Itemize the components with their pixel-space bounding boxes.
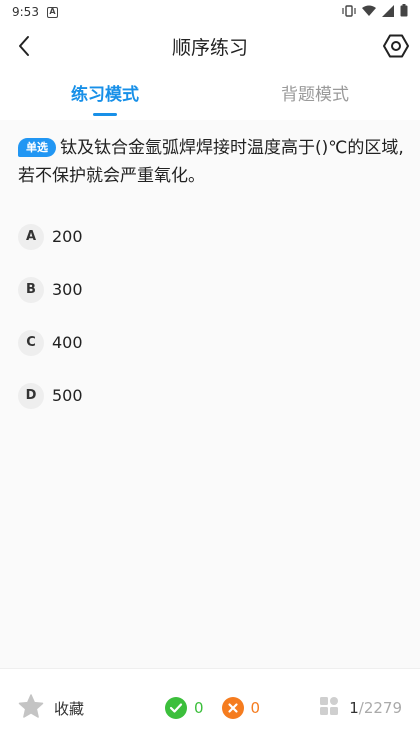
settings-button[interactable] [380, 32, 412, 64]
status-time: 9:53 [12, 5, 39, 19]
notification-a-icon: A [46, 6, 58, 18]
progress-total: /2279 [358, 699, 402, 717]
mode-tabs: 练习模式 背题模式 [0, 72, 420, 120]
x-circle-icon [221, 697, 244, 719]
option-letter: A [18, 223, 44, 250]
option-letter: B [18, 276, 44, 303]
answer-stats: 0 0 [165, 696, 278, 720]
option-text: 300 [52, 280, 83, 299]
grid-icon [319, 696, 339, 720]
option-list: A 200 B 300 C 400 D 500 [18, 210, 402, 422]
back-button[interactable] [8, 32, 40, 64]
question-stem: 单选 钛及钛合金氩弧焊焊接时温度高于()℃的区域,若不保护就会严重氧化。 [18, 134, 408, 190]
bottom-bar: 收藏 0 0 1/2279 [0, 668, 420, 746]
option-d[interactable]: D 500 [18, 369, 402, 422]
tab-label: 背题模式 [281, 85, 349, 105]
star-icon [18, 693, 44, 723]
tab-label: 练习模式 [71, 85, 139, 105]
option-text: 500 [52, 386, 83, 405]
option-letter: D [18, 382, 44, 409]
option-a[interactable]: A 200 [18, 210, 402, 263]
status-bar: 9:53 A [0, 0, 420, 24]
question-text: 钛及钛合金氩弧焊焊接时温度高于()℃的区域,若不保护就会严重氧化。 [18, 138, 404, 186]
option-b[interactable]: B 300 [18, 263, 402, 316]
favorite-label: 收藏 [54, 699, 85, 718]
battery-icon [400, 4, 408, 20]
question-area: 单选 钛及钛合金氩弧焊焊接时温度高于()℃的区域,若不保护就会严重氧化。 A 20… [0, 120, 420, 668]
wifi-icon [362, 5, 376, 20]
question-progress-button[interactable]: 1/2279 [319, 696, 402, 720]
hexagon-gear-icon [383, 33, 409, 63]
tab-memorize-mode[interactable]: 背题模式 [210, 72, 420, 120]
option-text: 400 [52, 333, 83, 352]
option-text: 200 [52, 227, 83, 246]
nav-bar: 顺序练习 [0, 24, 420, 72]
favorite-button[interactable]: 收藏 [18, 693, 84, 723]
wrong-count: 0 [250, 699, 261, 717]
page-title: 顺序练习 [171, 37, 248, 59]
option-letter: C [18, 329, 44, 356]
progress-current: 1 [349, 699, 359, 717]
chevron-left-icon [17, 35, 31, 61]
active-tab-indicator [93, 113, 117, 116]
tab-practice-mode[interactable]: 练习模式 [0, 72, 210, 120]
question-type-badge: 单选 [18, 138, 56, 157]
check-circle-icon [165, 697, 187, 719]
correct-count: 0 [194, 699, 204, 717]
signal-icon [382, 4, 394, 20]
option-c[interactable]: C 400 [18, 316, 402, 369]
vibrate-icon [342, 4, 356, 20]
